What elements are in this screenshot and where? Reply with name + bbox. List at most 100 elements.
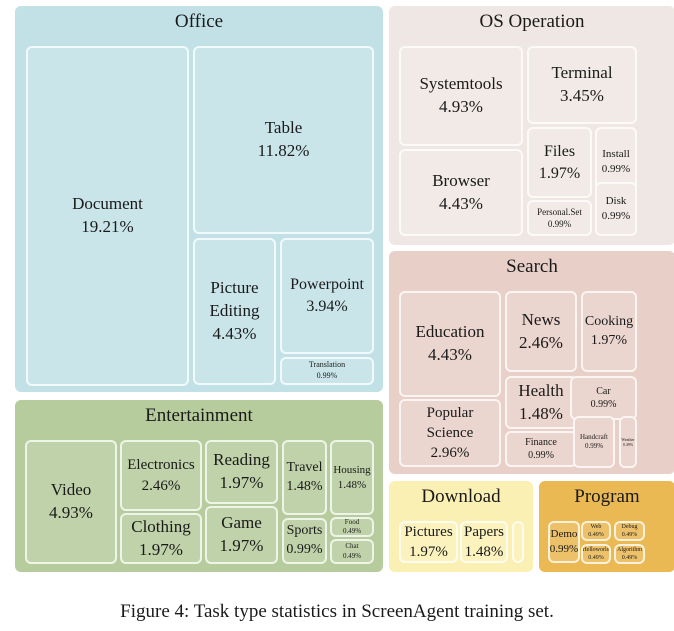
tile-electronics: Electronics 2.46%: [120, 440, 202, 511]
tile-value: 0.99%: [601, 210, 631, 222]
tile-label: Health: [518, 380, 564, 400]
tile-systemtools: Systemtools 4.93%: [399, 46, 523, 146]
tile-label: Picture: [210, 278, 259, 298]
tile-label: Food: [344, 517, 360, 526]
tile-label: Science: [426, 424, 474, 441]
tile-label: Papers: [464, 523, 504, 540]
tile-label: Sports: [286, 523, 323, 539]
tile-unlabeled: [512, 521, 524, 563]
tile-value: 3.45%: [560, 86, 604, 105]
tile-value: 2.46%: [141, 477, 181, 494]
tile-label: Video: [50, 480, 92, 500]
tile-value: 0.99%: [590, 399, 617, 410]
tile-label: Systemtools: [419, 74, 503, 94]
tile-value: 4.43%: [212, 323, 257, 343]
tile-chat: Chat 0.49%: [330, 539, 374, 564]
tile-value: 0.99%: [584, 442, 604, 450]
tile-value: 3.94%: [306, 298, 348, 315]
group-search: Search Education 4.43% Popular Science 2.96% N…: [389, 251, 674, 474]
tile-terminal: Terminal 3.45%: [527, 46, 637, 124]
tile-helloworld: Helloworld 0.49%: [581, 544, 611, 564]
tile-debug: Debug 0.49%: [614, 521, 645, 541]
tile-personal-set: Personal.Set 0.99%: [527, 200, 592, 236]
group-office: Office Document 19.21% Table 11.82% Picture Ed…: [15, 6, 383, 392]
tile-value: 1.97%: [538, 164, 581, 182]
tile-housing: Housing 1.48%: [330, 440, 374, 515]
tile-value: 11.82%: [257, 141, 310, 160]
tile-value: 0.49%: [342, 527, 362, 535]
tile-label: Cooking: [584, 313, 634, 329]
tile-label: Debug: [621, 523, 638, 530]
group-title: Download: [421, 486, 501, 507]
group-title: Entertainment: [145, 405, 253, 426]
tile-health: Health 1.48%: [505, 376, 577, 429]
tile-popular-science: Popular Science 2.96%: [399, 399, 501, 467]
tile-value: 2.46%: [519, 332, 563, 352]
tile-value: 4.43%: [439, 193, 483, 213]
group-entertainment: Entertainment Video 4.93% Electronics 2.46% C…: [15, 400, 383, 572]
tile-label: Pictures: [404, 523, 453, 540]
tile-powerpoint: Powerpoint 3.94%: [280, 238, 374, 354]
tile-value: 1.97%: [219, 536, 264, 555]
tile-game: Game 1.97%: [205, 506, 278, 564]
tile-demo: Demo 0.99%: [548, 521, 580, 563]
tile-car: Car 0.99%: [570, 376, 637, 420]
tile-video: Video 4.93%: [25, 440, 117, 564]
tile-education: Education 4.43%: [399, 291, 501, 397]
tile-pictures: Pictures 1.97%: [399, 521, 458, 563]
tile-value: 4.93%: [49, 503, 93, 522]
tile-value: 0.49%: [622, 442, 634, 447]
tile-label: Finance: [525, 436, 557, 448]
group-program: Program Demo 0.99% Web 0.49% Debug 0.49% Hellow…: [539, 481, 674, 572]
tile-value: 0.99%: [549, 543, 579, 555]
tile-label: Algorithm: [617, 546, 642, 553]
tile-papers: Papers 1.48%: [460, 521, 508, 563]
tile-label: Helloworld: [582, 546, 610, 553]
tile-label: Files: [543, 142, 576, 160]
tile-label: Web: [590, 523, 602, 530]
tile-picture-editing: Picture Editing 4.43%: [193, 238, 276, 385]
tile-value: 4.43%: [428, 345, 472, 364]
tile-sports: Sports 0.99%: [282, 518, 327, 564]
tile-value: 0.49%: [621, 532, 638, 538]
tile-value: 0.99%: [316, 371, 338, 380]
tile-value: 0.99%: [286, 542, 323, 557]
tile-food: Food 0.49%: [330, 517, 374, 537]
tile-news: News 2.46%: [505, 291, 577, 372]
tile-label: Personal.Set: [537, 206, 582, 217]
tile-label: Game: [221, 513, 262, 533]
tile-value: 19.21%: [81, 217, 134, 236]
tile-label: Install: [602, 147, 630, 160]
tile-label: Disk: [605, 195, 627, 208]
group-title: Search: [506, 256, 558, 277]
tile-document: Document 19.21%: [26, 46, 189, 386]
tile-label: Reading: [213, 450, 270, 470]
tile-label: Translation: [308, 360, 346, 370]
tile-label: Terminal: [551, 63, 613, 83]
tile-files: Files 1.97%: [527, 127, 592, 198]
figure-caption: Figure 4: Task type statistics in Screen…: [120, 601, 554, 622]
tile-value: 2.96%: [430, 445, 470, 462]
tile-travel: Travel 1.48%: [282, 440, 327, 515]
tile-label: Car: [596, 385, 611, 397]
tile-value: 4.93%: [439, 97, 483, 116]
tile-value: 1.48%: [337, 478, 367, 491]
group-title: OS Operation: [479, 11, 585, 32]
tile-label: Education: [415, 322, 485, 342]
tile-label: Clothing: [131, 516, 191, 536]
tile-translation: Translation 0.99%: [280, 357, 374, 385]
tile-label: News: [521, 309, 561, 329]
tile-value: 1.48%: [286, 478, 323, 494]
tile-web: Web 0.49%: [581, 521, 611, 541]
tile-handcraft: Handcraft 0.99%: [573, 416, 615, 468]
tile-label: Housing: [333, 463, 371, 476]
tile-browser: Browser 4.43%: [399, 149, 523, 236]
tile-label: Editing: [209, 301, 260, 321]
tile-value: 1.97%: [409, 544, 448, 560]
tile-label: Browser: [432, 170, 490, 190]
tile-value: 1.97%: [590, 332, 628, 348]
group-download: Download Pictures 1.97% Papers 1.48%: [389, 481, 533, 572]
tile-value: 0.49%: [588, 532, 604, 538]
tile-value: 1.97%: [219, 473, 264, 492]
tile-cooking: Cooking 1.97%: [581, 291, 637, 372]
